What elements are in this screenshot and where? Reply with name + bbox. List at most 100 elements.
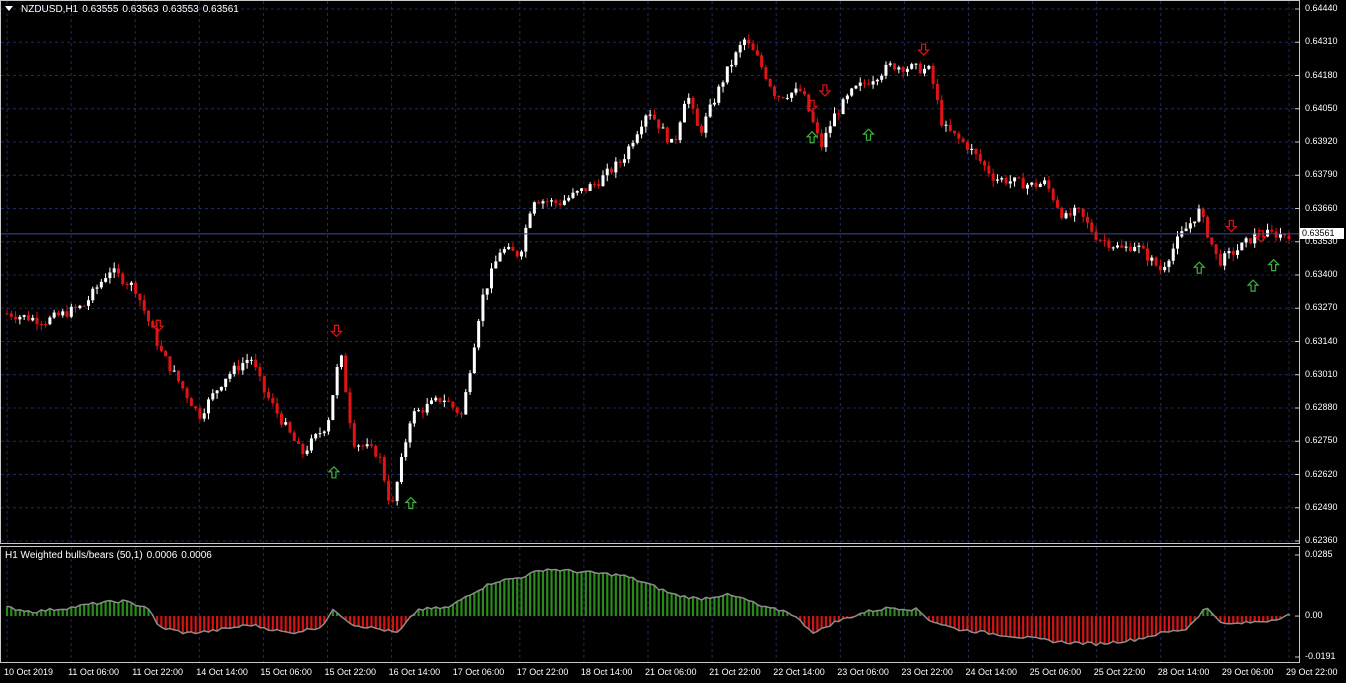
indicator-pane[interactable]: H1 Weighted bulls/bears (50,1) 0.0006 0.00… [0,546,1300,663]
candle-body [1008,181,1012,184]
candle-body [502,249,506,253]
candle-body [228,373,232,379]
candle-body [387,480,391,501]
candle-body [78,305,82,308]
price-tick-label: 0.62620 [1305,468,1338,479]
candle-body [1030,182,1034,185]
collapse-triangle-icon[interactable] [5,6,13,11]
candle-body [279,413,283,425]
candle-body [575,190,579,193]
price-tick-label: 0.63270 [1305,302,1338,313]
histogram-chart[interactable] [1,547,1299,662]
candle-body [1017,177,1021,179]
candle-body [918,63,922,74]
price-chart-pane[interactable]: NZDUSD,H1 0.63555 0.63563 0.63553 0.63561 [0,0,1300,544]
time-tick-label: 25 Oct 22:00 [1093,667,1146,677]
candle-body [914,63,918,65]
candle-body [841,99,845,115]
candle-body [31,317,35,321]
candle-body [271,398,275,404]
candle-body [91,288,95,301]
candle-body [635,134,639,143]
candle-body [335,366,339,396]
candle-body [588,184,592,191]
candle-body [995,179,999,181]
price-tick-label: 0.63920 [1305,136,1338,146]
candle-body [95,287,99,289]
candle-body [219,386,223,391]
time-tick-label: 29 Oct 06:00 [1221,667,1274,677]
candle-body [1081,208,1085,217]
candle-body [712,102,716,105]
candle-body [704,116,708,133]
candle-body [961,138,965,143]
candle-body [1158,265,1162,271]
candle-body [541,201,545,204]
candle-body [880,75,884,80]
candle-body [472,347,476,374]
candle-body [194,406,198,409]
candle-body [331,395,335,420]
candle-body [717,86,721,103]
candle-body [1266,229,1270,237]
candle-body [108,272,112,279]
candle-body [1193,221,1197,224]
candle-body [395,482,399,502]
candle-body [725,66,729,83]
candle-body [189,398,193,407]
candle-body [605,168,609,176]
candle-body [1021,177,1025,189]
candle-body [177,370,181,382]
price-tick-label: 0.64180 [1305,69,1338,80]
candle-body [1184,228,1188,232]
candle-body [1068,213,1072,216]
candle-body [678,122,682,141]
candle-body [601,175,605,187]
candle-body [507,246,511,250]
candle-body [657,119,661,129]
time-tick-label: 22 Oct 14:00 [773,667,825,677]
candle-body [520,251,524,257]
candle-body [755,50,759,56]
candle-body [721,82,725,87]
candle-body [1201,208,1205,217]
candle-body [734,52,738,65]
candle-body [953,130,957,134]
candle-body [292,432,296,442]
time-tick-label: 11 Oct 06:00 [68,667,119,677]
candle-body [665,127,669,143]
candle-body [451,401,455,408]
candle-body [159,345,163,351]
time-tick-label: 17 Oct 22:00 [516,667,569,677]
candle-body [86,300,90,306]
candle-body [65,311,69,317]
buy-arrow-icon [805,130,819,144]
buy-arrow-icon [1192,261,1206,274]
candle-body [584,188,588,191]
time-tick-label: 18 Oct 14:00 [580,667,633,677]
candle-body [888,63,892,65]
candle-body [26,315,30,321]
candle-body [125,283,129,286]
candle-body [863,82,867,84]
candle-body [1107,240,1111,248]
candle-body [348,392,352,424]
candlestick-chart[interactable] [1,1,1299,543]
candle-body [434,397,438,401]
candle-body [1141,245,1145,249]
candle-body [558,203,562,205]
candle-body [1244,238,1248,243]
indicator-value-1: 0.0006 [146,550,178,561]
candle-body [931,65,935,84]
candle-body [425,403,429,413]
time-tick-label: 25 Oct 06:00 [1029,667,1082,677]
candle-body [837,113,841,115]
candle-body [245,360,249,364]
time-axis[interactable]: 10 Oct 2019 11 Oct 06:00 11 Oct 22:00 14 Oc… [0,663,1346,683]
candle-body [198,408,202,419]
candle-body [708,104,712,117]
candle-body [1111,247,1115,249]
time-tick-label: 24 Oct 14:00 [965,667,1018,677]
candle-body [146,310,150,322]
price-tick-label: 0.63010 [1305,368,1338,379]
